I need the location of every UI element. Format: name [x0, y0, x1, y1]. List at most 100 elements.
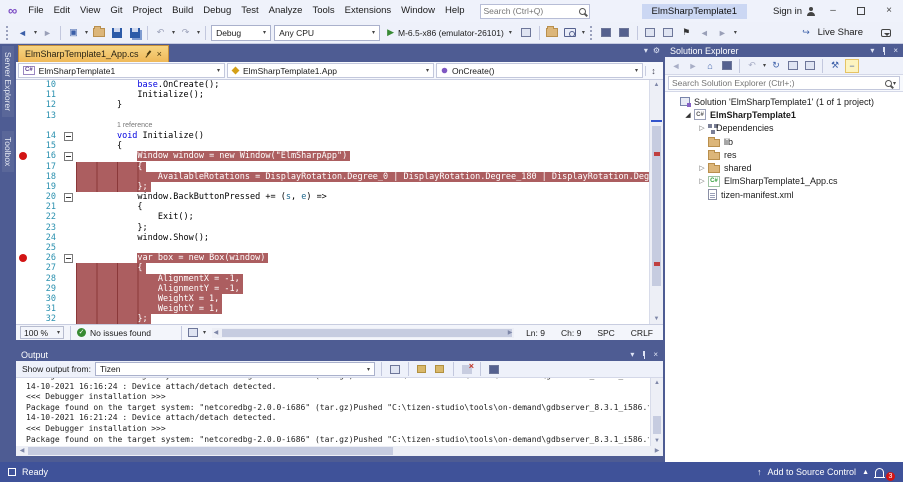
- maximize-button[interactable]: [857, 7, 865, 15]
- scroll-up-icon[interactable]: ▲: [650, 80, 663, 90]
- source-control-caret-icon[interactable]: ▲: [862, 469, 869, 476]
- filter-caret[interactable]: ▾: [763, 62, 766, 69]
- zoom-dropdown[interactable]: 100 %▾: [20, 326, 64, 339]
- menu-test[interactable]: Test: [236, 0, 263, 22]
- tree-item-res[interactable]: res: [665, 148, 903, 161]
- code-line[interactable]: 32 };: [16, 314, 649, 324]
- scroll-up-icon[interactable]: ▲: [651, 378, 663, 388]
- code-line[interactable]: 28 AlignmentX = -1,: [16, 274, 649, 284]
- code-line[interactable]: 24 window.Show();: [16, 233, 649, 243]
- outlining-margin[interactable]: [61, 90, 76, 100]
- breakpoint-dot[interactable]: [19, 152, 27, 160]
- outlining-margin[interactable]: [61, 131, 76, 141]
- breakpoint-dot[interactable]: [19, 254, 27, 262]
- outlining-margin[interactable]: [61, 263, 76, 273]
- outlining-margin[interactable]: [61, 212, 76, 222]
- line-indicator[interactable]: Ln: 9: [520, 328, 551, 338]
- pin-icon[interactable]: [880, 47, 887, 55]
- code-text[interactable]: [76, 243, 649, 253]
- code-text[interactable]: Exit();: [76, 212, 649, 222]
- expander-icon[interactable]: ▷: [697, 124, 707, 132]
- outlining-margin[interactable]: [61, 100, 76, 110]
- code-text[interactable]: };: [76, 223, 649, 233]
- code-text[interactable]: window.BackButtonPressed += (s, e) =>: [76, 192, 649, 202]
- collapse-region-icon[interactable]: [64, 193, 73, 202]
- code-text[interactable]: }: [76, 100, 649, 110]
- indent-mode-indicator[interactable]: SPC: [591, 328, 620, 338]
- window-position-caret-icon[interactable]: ▾: [630, 350, 634, 359]
- previous-message-icon[interactable]: [415, 363, 429, 376]
- breakpoint-margin[interactable]: [16, 263, 29, 273]
- outlining-margin[interactable]: [61, 80, 76, 90]
- navigate-backward-icon[interactable]: ◄: [15, 25, 30, 40]
- split-window-handle[interactable]: ↕: [645, 66, 661, 76]
- menu-tools[interactable]: Tools: [307, 0, 339, 22]
- new-project-caret[interactable]: ▾: [85, 29, 88, 36]
- breakpoint-margin[interactable]: [16, 111, 29, 121]
- code-text[interactable]: };: [76, 182, 649, 192]
- code-line[interactable]: 15 {: [16, 141, 649, 151]
- output-source-dropdown[interactable]: Tizen▾: [95, 362, 375, 376]
- search-input[interactable]: [484, 6, 579, 16]
- hot-reload-icon[interactable]: [519, 25, 534, 40]
- start-debugging-button[interactable]: ▶ M-6.5-x86 (emulator-26101) ▾: [383, 24, 516, 42]
- breakpoint-margin[interactable]: [16, 100, 29, 110]
- outlining-margin[interactable]: [61, 111, 76, 121]
- solution-search-input[interactable]: [672, 78, 885, 88]
- code-line[interactable]: 31 WeightY = 1,: [16, 304, 649, 314]
- outlining-margin[interactable]: [61, 141, 76, 151]
- code-text[interactable]: Window window = new Window("ElmSharpApp"…: [76, 151, 649, 161]
- scroll-right-icon[interactable]: ▶: [653, 446, 661, 456]
- output-vertical-scrollbar[interactable]: ▲ ▼: [650, 378, 663, 446]
- code-line[interactable]: 23 };: [16, 223, 649, 233]
- outlining-margin[interactable]: [61, 182, 76, 192]
- code-text[interactable]: AlignmentX = -1,: [76, 274, 649, 284]
- breakpoint-margin[interactable]: [16, 202, 29, 212]
- outlining-margin[interactable]: [61, 284, 76, 294]
- output-horizontal-scrollbar[interactable]: ◀ ▶: [16, 446, 663, 456]
- sign-in-button[interactable]: Sign in: [773, 6, 815, 17]
- breakpoint-margin[interactable]: [16, 314, 29, 324]
- eol-indicator[interactable]: CRLF: [625, 328, 659, 338]
- close-panel-icon[interactable]: ×: [893, 46, 898, 55]
- code-line[interactable]: 18 AvailableRotations = DisplayRotation.…: [16, 172, 649, 182]
- code-text[interactable]: [76, 111, 649, 121]
- code-line[interactable]: 19 };: [16, 182, 649, 192]
- breakpoint-margin[interactable]: [16, 162, 29, 172]
- code-line[interactable]: 16 Window window = new Window("ElmSharpA…: [16, 151, 649, 161]
- breakpoint-margin[interactable]: [16, 131, 29, 141]
- outlining-margin[interactable]: [61, 172, 76, 182]
- code-text[interactable]: AlignmentY = -1,: [76, 284, 649, 294]
- breakpoint-margin[interactable]: [16, 182, 29, 192]
- outlining-margin[interactable]: [61, 121, 76, 131]
- pending-changes-filter-icon[interactable]: ↶: [745, 59, 759, 73]
- tree-item-shared[interactable]: ▷shared: [665, 161, 903, 174]
- expander-icon[interactable]: ▷: [697, 177, 707, 185]
- menu-view[interactable]: View: [75, 0, 105, 22]
- outlining-margin[interactable]: [61, 243, 76, 253]
- menu-build[interactable]: Build: [167, 0, 198, 22]
- back-icon[interactable]: ◄: [669, 59, 683, 73]
- solution-explorer-header[interactable]: Solution Explorer ▾ ×: [665, 44, 903, 57]
- outlining-margin[interactable]: [61, 162, 76, 172]
- breakpoint-margin[interactable]: [16, 304, 29, 314]
- solution-configuration-dropdown[interactable]: Debug▾: [211, 25, 271, 41]
- code-lines[interactable]: 10 base.OnCreate();11 Initialize();12 }1…: [16, 80, 649, 324]
- code-line[interactable]: 25: [16, 243, 649, 253]
- code-line[interactable]: 26 var box = new Box(window): [16, 253, 649, 263]
- outlining-margin[interactable]: [61, 202, 76, 212]
- sidebar-tab-toolbox[interactable]: Toolbox: [2, 131, 14, 172]
- code-text[interactable]: var box = new Box(window): [76, 253, 649, 263]
- toolbar-grip-2[interactable]: [590, 26, 594, 40]
- live-share-icon[interactable]: ↪: [799, 25, 814, 40]
- menu-edit[interactable]: Edit: [49, 0, 75, 22]
- next-bookmark-icon[interactable]: ►: [715, 25, 730, 40]
- scroll-down-icon[interactable]: ▼: [650, 314, 663, 324]
- forward-icon[interactable]: ►: [686, 59, 700, 73]
- breakpoint-margin[interactable]: [16, 141, 29, 151]
- menu-analyze[interactable]: Analyze: [264, 0, 308, 22]
- code-line[interactable]: 12 }: [16, 100, 649, 110]
- collapse-all-icon[interactable]: [786, 59, 800, 73]
- code-line[interactable]: 30 WeightX = 1,: [16, 294, 649, 304]
- navigate-forward-icon[interactable]: ►: [40, 25, 55, 40]
